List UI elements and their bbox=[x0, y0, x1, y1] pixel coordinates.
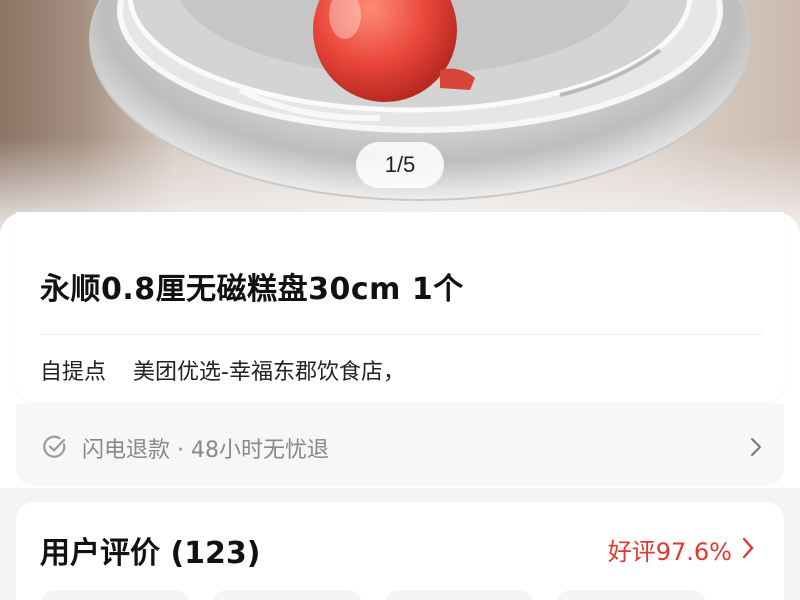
divider bbox=[40, 334, 762, 335]
pickup-point-row[interactable]: 自提点 美团优选-幸福东郡饮食店， bbox=[40, 354, 405, 386]
review-tag-chip[interactable] bbox=[40, 590, 190, 600]
product-detail-page: 1/5 永顺0.8厘无磁糕盘30cm 1个 自提点 美团优选-幸福东郡饮食店， … bbox=[0, 0, 800, 600]
reviews-title: 用户评价 (123) bbox=[40, 536, 261, 571]
check-circle-icon bbox=[43, 435, 66, 458]
pickup-point-label: 自提点 bbox=[40, 360, 107, 385]
review-tag-chip[interactable] bbox=[212, 590, 362, 600]
pickup-point-value: 美团优选-幸福东郡饮食店， bbox=[133, 360, 405, 385]
product-image bbox=[89, 0, 751, 201]
review-tag-chip[interactable] bbox=[556, 590, 706, 600]
review-tag-chip[interactable] bbox=[384, 590, 534, 600]
product-title: 永顺0.8厘无磁糕盘30cm 1个 bbox=[40, 272, 464, 307]
positive-rate-link[interactable]: 好评97.6% bbox=[608, 532, 732, 567]
chevron-right-icon[interactable] bbox=[740, 536, 756, 560]
service-guarantee-text: 闪电退款 · 48小时无忧退 bbox=[82, 438, 329, 463]
chevron-right-icon[interactable] bbox=[748, 436, 764, 458]
image-page-indicator: 1/5 bbox=[356, 142, 444, 188]
product-image-gallery[interactable]: 1/5 bbox=[0, 0, 800, 230]
